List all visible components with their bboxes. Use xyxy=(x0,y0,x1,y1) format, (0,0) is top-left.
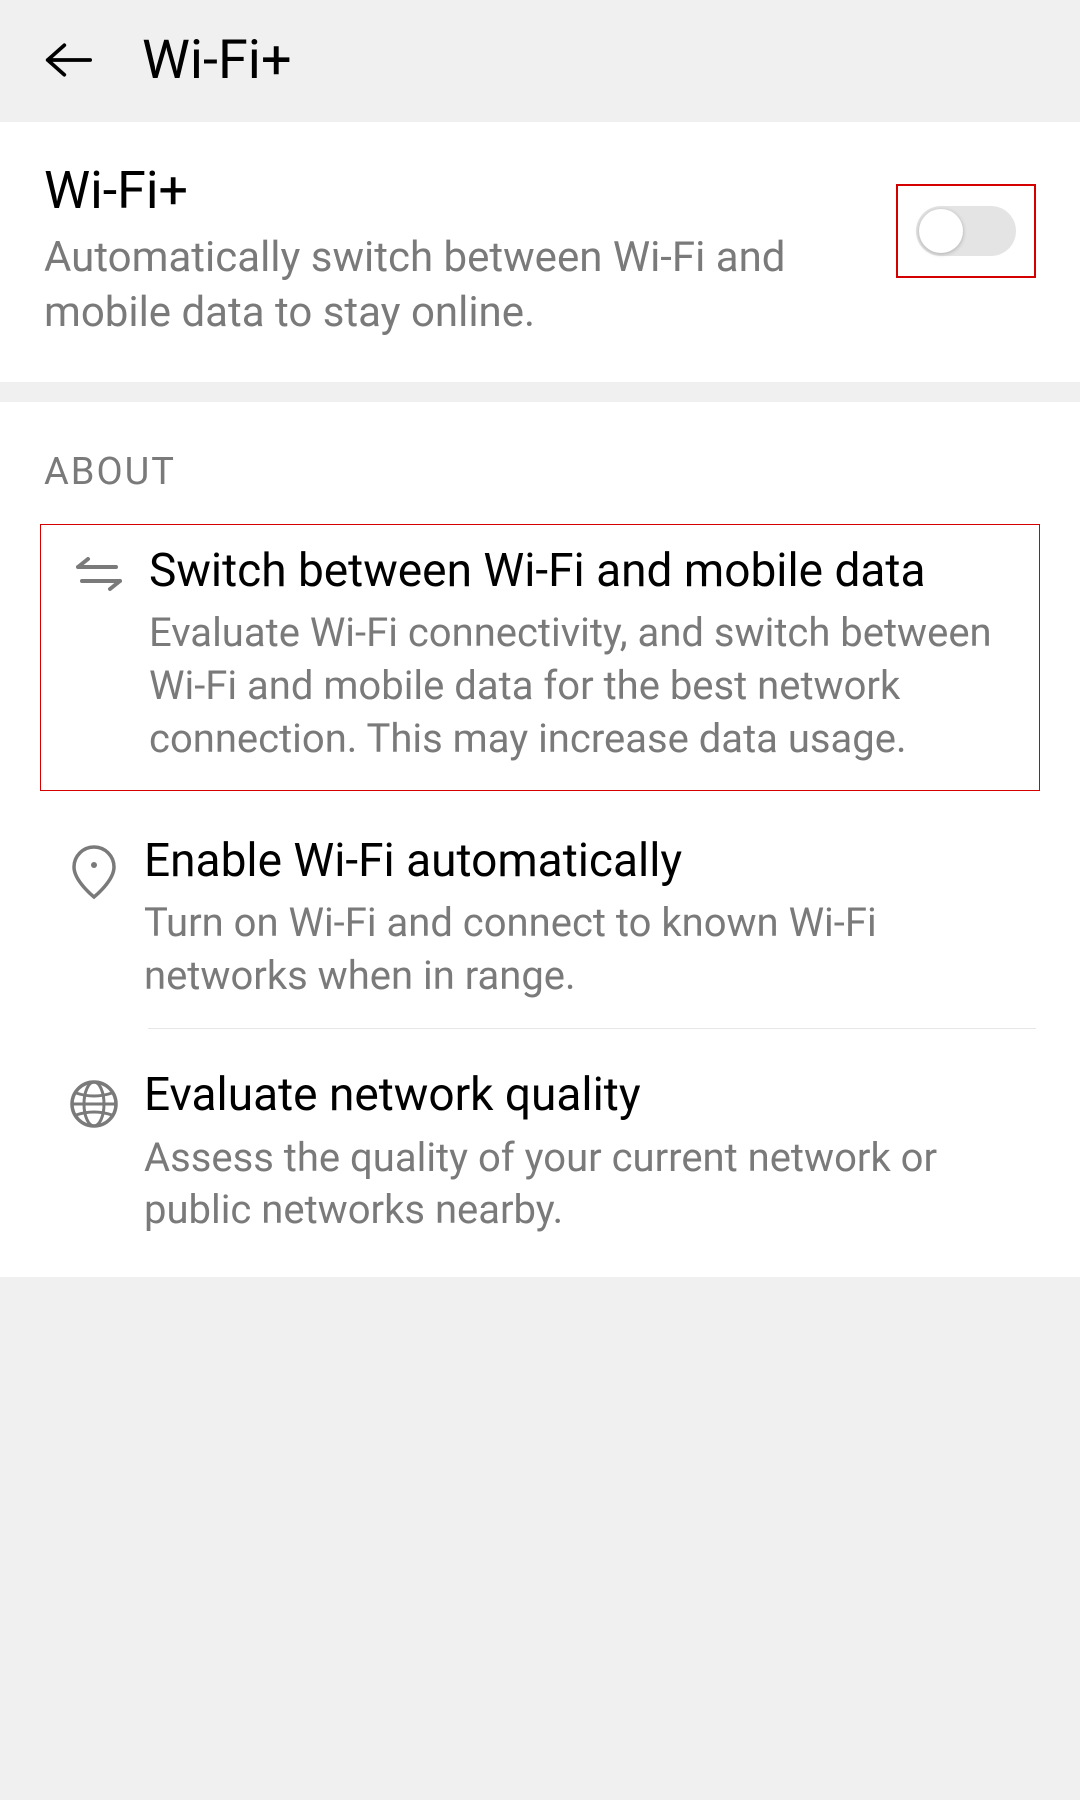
about-item-title: Switch between Wi-Fi and mobile data xyxy=(149,543,1027,599)
about-item-switch-data[interactable]: Switch between Wi-Fi and mobile data Eva… xyxy=(40,524,1040,791)
about-item-text: Evaluate network quality Assess the qual… xyxy=(144,1067,1036,1237)
back-button[interactable] xyxy=(44,36,92,84)
page-title: Wi-Fi+ xyxy=(142,29,292,92)
about-header: ABOUT xyxy=(0,450,1080,524)
about-item-evaluate-quality[interactable]: Evaluate network quality Assess the qual… xyxy=(0,1029,1080,1277)
toggle-knob xyxy=(919,209,963,253)
about-item-description: Turn on Wi-Fi and connect to known Wi-Fi… xyxy=(144,897,1036,1003)
about-item-description: Assess the quality of your current netwo… xyxy=(144,1132,1036,1238)
toggle-highlight xyxy=(896,184,1036,278)
swap-icon xyxy=(49,543,149,593)
back-arrow-icon xyxy=(44,40,92,80)
wifi-plus-text: Wi-Fi+ Automatically switch between Wi-F… xyxy=(44,160,896,340)
about-item-description: Evaluate Wi-Fi connectivity, and switch … xyxy=(149,607,1027,765)
wifi-plus-title: Wi-Fi+ xyxy=(44,160,856,221)
about-item-text: Enable Wi-Fi automatically Turn on Wi-Fi… xyxy=(144,833,1036,1003)
location-icon xyxy=(44,833,144,901)
wifi-plus-setting: Wi-Fi+ Automatically switch between Wi-F… xyxy=(0,122,1080,382)
globe-icon xyxy=(44,1067,144,1129)
about-item-title: Enable Wi-Fi automatically xyxy=(144,833,1036,889)
about-item-title: Evaluate network quality xyxy=(144,1067,1036,1123)
about-item-enable-wifi[interactable]: Enable Wi-Fi automatically Turn on Wi-Fi… xyxy=(0,791,1080,1029)
app-header: Wi-Fi+ xyxy=(0,0,1080,120)
wifi-plus-toggle[interactable] xyxy=(916,206,1016,256)
about-section: ABOUT Switch between Wi-Fi and mobile da… xyxy=(0,402,1080,1277)
wifi-plus-description: Automatically switch between Wi-Fi and m… xyxy=(44,231,856,340)
section-gap xyxy=(0,382,1080,402)
about-item-text: Switch between Wi-Fi and mobile data Eva… xyxy=(149,543,1027,766)
